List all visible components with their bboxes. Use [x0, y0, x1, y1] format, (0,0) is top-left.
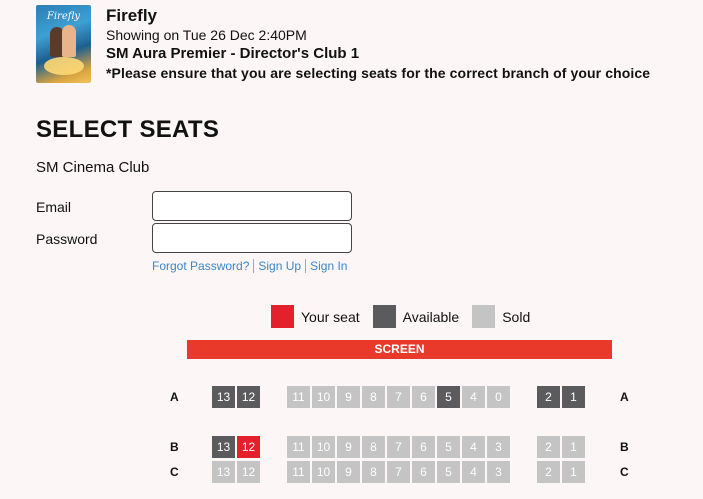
seat-c-13: 13	[212, 461, 235, 483]
seat-a-7: 7	[387, 386, 410, 408]
screen-bar: SCREEN	[187, 340, 612, 359]
your-seat-label: Your seat	[301, 308, 360, 325]
seat-a-9: 9	[337, 386, 360, 408]
row-label: A	[170, 390, 179, 404]
seat-b-12[interactable]: 12	[237, 436, 260, 458]
showtime: Showing on Tue 26 Dec 2:40PM	[106, 27, 307, 43]
seat-b-13[interactable]: 13	[212, 436, 235, 458]
seat-c-8: 8	[362, 461, 385, 483]
seat-c-5: 5	[437, 461, 460, 483]
seat-c-2: 2	[537, 461, 560, 483]
seat-a-13[interactable]: 13	[212, 386, 235, 408]
seat-a-6: 6	[412, 386, 435, 408]
poster-figure	[62, 25, 76, 57]
seat-b-10: 10	[312, 436, 335, 458]
row-label: C	[620, 465, 629, 479]
seat-a-11: 11	[287, 386, 310, 408]
seat-b-1: 1	[562, 436, 585, 458]
seat-a-1[interactable]: 1	[562, 386, 585, 408]
branch-notice: *Please ensure that you are selecting se…	[106, 65, 651, 81]
seat-a-4: 4	[462, 386, 485, 408]
seat-b-8: 8	[362, 436, 385, 458]
seat-c-11: 11	[287, 461, 310, 483]
seat-c-9: 9	[337, 461, 360, 483]
movie-poster: Firefly	[36, 5, 91, 83]
movie-title: Firefly	[106, 6, 158, 25]
email-label: Email	[36, 199, 72, 215]
seat-legend: Your seat Available Sold	[271, 305, 543, 328]
branch-name: SM Aura Premier - Director's Club 1	[106, 45, 360, 62]
seat-c-6: 6	[412, 461, 435, 483]
seat-c-3: 3	[487, 461, 510, 483]
seat-b-4: 4	[462, 436, 485, 458]
sign-in-link[interactable]: Sign In	[305, 259, 351, 273]
sold-label: Sold	[502, 308, 531, 325]
seat-c-12: 12	[237, 461, 260, 483]
available-swatch	[372, 305, 396, 328]
forgot-password-link[interactable]: Forgot Password?	[152, 259, 253, 273]
row-label: C	[170, 465, 179, 479]
seat-b-6: 6	[412, 436, 435, 458]
seat-b-5: 5	[437, 436, 460, 458]
seat-b-3: 3	[487, 436, 510, 458]
account-links: Forgot Password? Sign Up Sign In	[152, 259, 351, 273]
seat-b-9: 9	[337, 436, 360, 458]
seat-b-11: 11	[287, 436, 310, 458]
seat-c-7: 7	[387, 461, 410, 483]
available-label: Available	[402, 308, 460, 325]
poster-title: Firefly	[46, 11, 81, 22]
club-title: SM Cinema Club	[36, 159, 150, 176]
email-field[interactable]	[152, 191, 352, 221]
seat-a-5[interactable]: 5	[437, 386, 460, 408]
seat-c-4: 4	[462, 461, 485, 483]
row-label: A	[620, 390, 629, 404]
seat-b-7: 7	[387, 436, 410, 458]
seat-a-0: 0	[487, 386, 510, 408]
row-label: B	[620, 440, 629, 454]
sign-up-link[interactable]: Sign Up	[253, 259, 305, 273]
row-label: B	[170, 440, 179, 454]
password-field[interactable]	[152, 223, 352, 253]
poster-glow	[44, 57, 84, 75]
seat-b-2: 2	[537, 436, 560, 458]
sold-swatch	[472, 305, 496, 328]
seat-a-2[interactable]: 2	[537, 386, 560, 408]
page-title: SELECT SEATS	[36, 116, 220, 143]
seat-c-1: 1	[562, 461, 585, 483]
seat-a-12[interactable]: 12	[237, 386, 260, 408]
password-label: Password	[36, 231, 98, 247]
seat-a-8: 8	[362, 386, 385, 408]
seat-c-10: 10	[312, 461, 335, 483]
your-seat-swatch	[271, 305, 294, 328]
seat-a-10: 10	[312, 386, 335, 408]
